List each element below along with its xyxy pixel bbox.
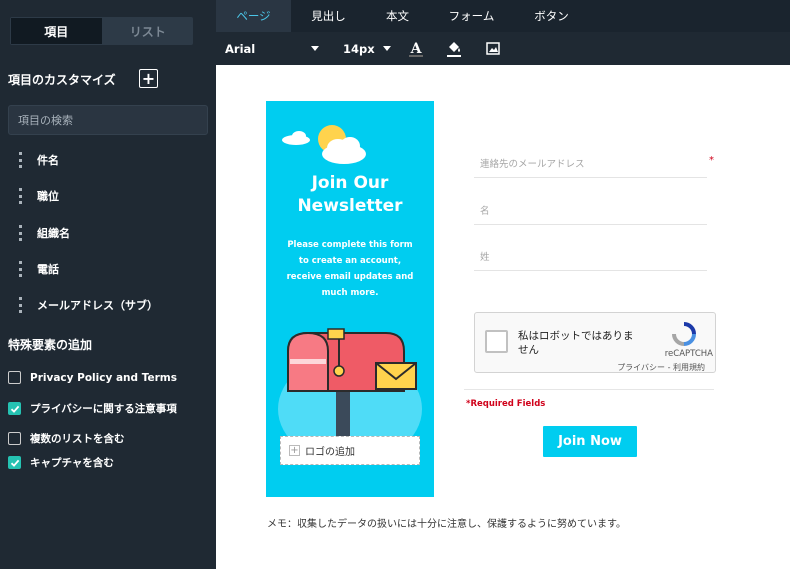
field-item-label: 電話: [37, 263, 59, 276]
drag-handle-icon[interactable]: [19, 261, 23, 277]
join-now-button[interactable]: Join Now: [543, 426, 637, 457]
tab-bar: ページ 見出し 本文 フォーム ボタン: [216, 0, 790, 32]
recaptcha-links[interactable]: プライバシー - 利用規約: [617, 362, 705, 373]
recaptcha-checkbox[interactable]: [485, 330, 508, 353]
plus-icon: +: [289, 444, 300, 456]
font-size-select[interactable]: 14px: [343, 32, 391, 65]
field-item-label: 組織名: [37, 227, 70, 240]
checkbox[interactable]: [8, 402, 21, 415]
field-item-label: 職位: [37, 190, 59, 203]
add-logo-button[interactable]: + ロゴの追加: [280, 436, 420, 465]
checkbox-label: キャプチャを含む: [30, 457, 114, 469]
required-star: *: [709, 155, 714, 166]
drag-handle-icon[interactable]: [19, 188, 23, 204]
add-logo-label: ロゴの追加: [305, 447, 355, 458]
drag-handle-icon[interactable]: [19, 152, 23, 168]
fill-color-icon[interactable]: [446, 32, 462, 65]
required-fields-note: *Required Fields: [466, 399, 546, 409]
email-field[interactable]: 連絡先のメールアドレス: [474, 148, 707, 178]
privacy-memo[interactable]: メモ：収集したデータの扱いには十分に注意し、保護するように努めています。: [267, 515, 626, 530]
checkbox[interactable]: [8, 371, 21, 384]
field-item-label: 件名: [37, 154, 59, 167]
checkbox-privacy-notice[interactable]: プライバシーに関する注意事項: [8, 401, 177, 416]
tab-body[interactable]: 本文: [366, 0, 429, 32]
check-icon: [10, 405, 19, 413]
add-field-button[interactable]: +: [139, 69, 158, 88]
checkbox-label: プライバシーに関する注意事項: [30, 403, 177, 415]
special-elements-title: 特殊要素の追加: [8, 338, 93, 352]
tab-heading[interactable]: 見出し: [291, 0, 366, 32]
checkbox-privacy-terms[interactable]: Privacy Policy and Terms: [8, 370, 177, 385]
drag-handle-icon[interactable]: [19, 297, 23, 313]
checkbox[interactable]: [8, 456, 21, 469]
checkbox-label: 複数のリストを含む: [30, 433, 125, 445]
field-item-label: メールアドレス（サブ）: [37, 299, 158, 312]
font-family-select[interactable]: Arial: [225, 32, 320, 65]
first-name-field[interactable]: 名: [474, 195, 707, 225]
banner-title-line2: Newsletter: [297, 196, 403, 216]
font-size-value: 14px: [343, 41, 375, 56]
customize-title: 項目のカスタマイズ: [8, 73, 116, 87]
recaptcha-brand: reCAPTCHA: [664, 349, 713, 359]
format-toolbar: Arial 14px A: [216, 32, 790, 65]
tab-button[interactable]: ボタン: [514, 0, 589, 32]
chevron-down-icon: [311, 46, 320, 51]
chevron-down-icon: [382, 46, 391, 51]
checkbox-label: Privacy Policy and Terms: [30, 371, 177, 384]
svg-text:A: A: [410, 41, 423, 57]
segment-lists[interactable]: リスト: [103, 17, 194, 45]
font-family-value: Arial: [225, 41, 256, 56]
last-name-field[interactable]: 姓: [474, 241, 707, 271]
sidebar: 項目 リスト 項目のカスタマイズ + 項目の検索 件名 職位 組織名 電話 メー…: [0, 0, 216, 569]
recaptcha-label: 私はロボットではありません: [518, 330, 634, 356]
recaptcha-logo-icon: [672, 322, 696, 346]
divider: [464, 389, 714, 390]
segmented-control: 項目 リスト: [10, 17, 193, 45]
checkbox-multiple-lists[interactable]: 複数のリストを含む: [8, 431, 125, 446]
image-icon[interactable]: [486, 32, 500, 65]
field-search-input[interactable]: 項目の検索: [8, 105, 208, 135]
banner-title-line1: Join Our: [311, 173, 389, 193]
tab-page[interactable]: ページ: [216, 0, 291, 32]
text-color-icon[interactable]: A: [408, 32, 424, 65]
recaptcha-widget[interactable]: 私はロボットではありません reCAPTCHA プライバシー - 利用規約: [474, 312, 716, 373]
check-icon: [10, 459, 19, 467]
banner-subtitle[interactable]: Please complete this form to create an a…: [286, 237, 414, 301]
tab-form[interactable]: フォーム: [429, 0, 514, 32]
drag-handle-icon[interactable]: [19, 225, 23, 241]
checkbox-captcha[interactable]: キャプチャを含む: [8, 455, 114, 470]
banner-title[interactable]: Join Our Newsletter: [266, 172, 434, 218]
segment-items[interactable]: 項目: [11, 18, 102, 44]
checkbox[interactable]: [8, 432, 21, 445]
